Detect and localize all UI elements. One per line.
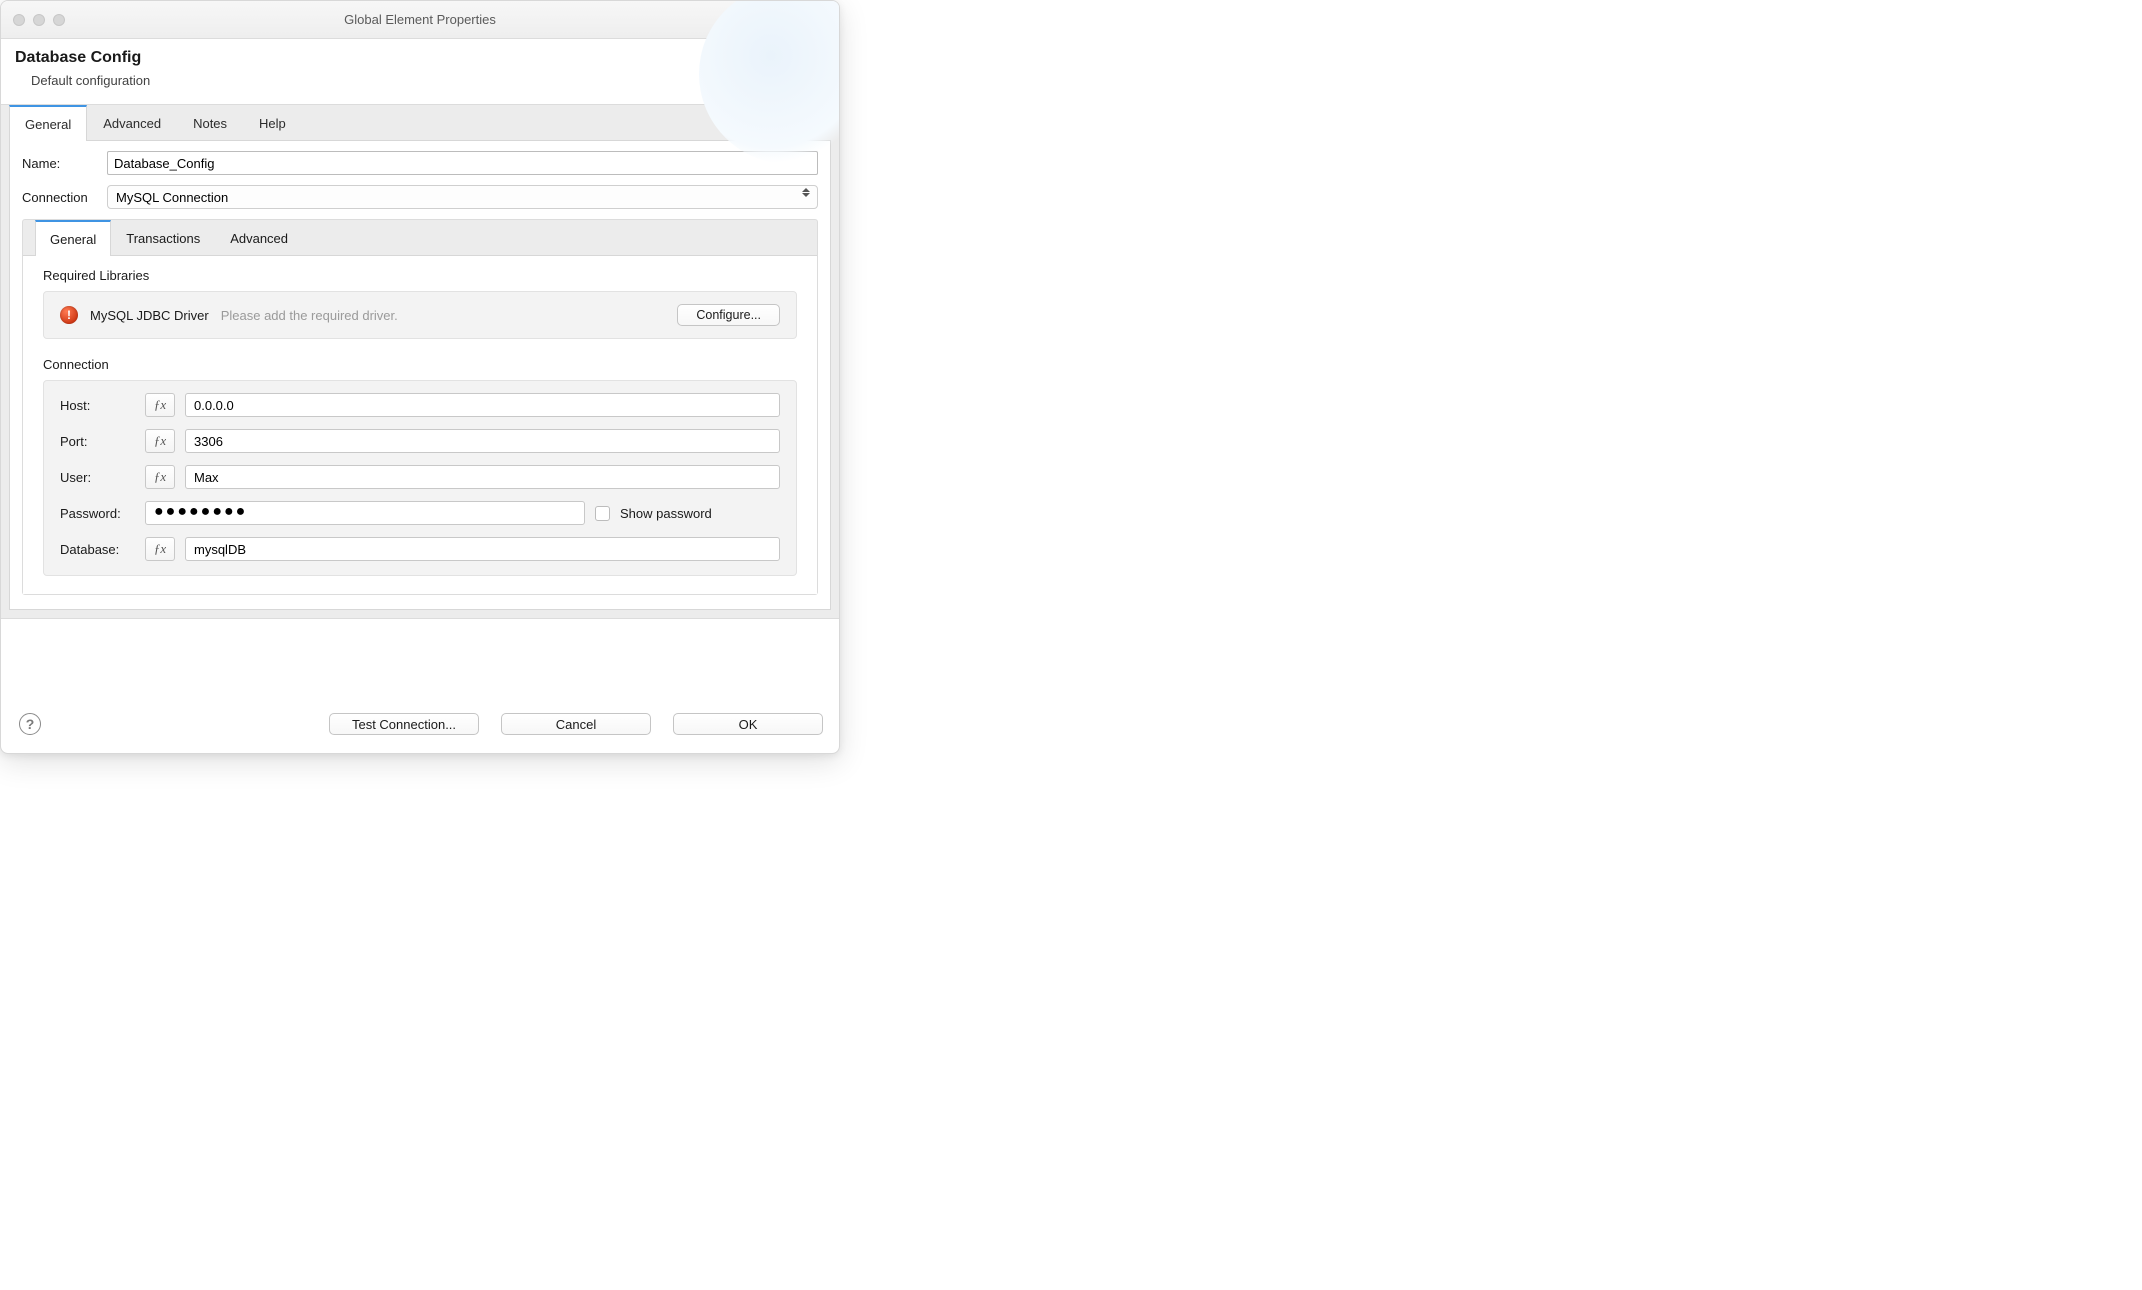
user-row: User: ƒx [60, 465, 780, 489]
body-spacer [1, 619, 839, 699]
cancel-button[interactable]: Cancel [501, 713, 651, 735]
inner-tab-panel: Required Libraries ! MySQL JDBC Driver P… [23, 255, 817, 594]
database-row: Database: ƒx [60, 537, 780, 561]
inner-tab-transactions[interactable]: Transactions [111, 220, 215, 255]
name-row: Name: [22, 151, 818, 175]
password-row: Password: Show password [60, 501, 780, 525]
inner-tab-advanced[interactable]: Advanced [215, 220, 303, 255]
connection-select[interactable] [107, 185, 818, 209]
name-label: Name: [22, 156, 97, 171]
warning-icon: ! [60, 306, 78, 324]
connection-config-panel: General Transactions Advanced Required L… [22, 219, 818, 595]
driver-hint-label: Please add the required driver. [221, 308, 398, 323]
close-window-icon[interactable] [13, 14, 25, 26]
dialog-window: Global Element Properties Database Confi… [0, 0, 840, 754]
help-icon[interactable]: ? [19, 713, 41, 735]
configure-driver-button[interactable]: Configure... [677, 304, 780, 326]
outer-tabs: General Advanced Notes Help [1, 105, 839, 140]
tab-general[interactable]: General [9, 105, 87, 141]
fx-button-port[interactable]: ƒx [145, 429, 175, 453]
port-row: Port: ƒx [60, 429, 780, 453]
tab-notes[interactable]: Notes [177, 105, 243, 140]
window-title: Global Element Properties [1, 12, 839, 27]
inner-tab-general[interactable]: General [35, 220, 111, 256]
show-password-label: Show password [620, 506, 712, 521]
dialog-subtitle: Default configuration [31, 73, 825, 88]
port-label: Port: [60, 434, 135, 449]
required-libraries-title: Required Libraries [43, 268, 797, 283]
connection-row: Connection [22, 185, 818, 209]
host-label: Host: [60, 398, 135, 413]
window-controls [13, 14, 65, 26]
connection-select-wrap [107, 185, 818, 209]
zoom-window-icon[interactable] [53, 14, 65, 26]
user-label: User: [60, 470, 135, 485]
fx-button-database[interactable]: ƒx [145, 537, 175, 561]
footer-buttons: Test Connection... Cancel OK [329, 713, 823, 735]
fx-button-host[interactable]: ƒx [145, 393, 175, 417]
password-label: Password: [60, 506, 135, 521]
inner-tabs: General Transactions Advanced [23, 220, 817, 255]
name-input[interactable] [107, 151, 818, 175]
dialog-footer: ? Test Connection... Cancel OK [1, 699, 839, 753]
database-input[interactable] [185, 537, 780, 561]
test-connection-button[interactable]: Test Connection... [329, 713, 479, 735]
dialog-title: Database Config [15, 49, 825, 67]
host-row: Host: ƒx [60, 393, 780, 417]
password-input[interactable] [145, 501, 585, 525]
user-input[interactable] [185, 465, 780, 489]
outer-tab-panel: Name: Connection General Transact [9, 140, 831, 610]
minimize-window-icon[interactable] [33, 14, 45, 26]
titlebar: Global Element Properties [1, 1, 839, 39]
port-input[interactable] [185, 429, 780, 453]
tab-help[interactable]: Help [243, 105, 302, 140]
database-label: Database: [60, 542, 135, 557]
ok-button[interactable]: OK [673, 713, 823, 735]
dialog-header: Database Config Default configuration [1, 39, 839, 104]
show-password-checkbox[interactable] [595, 506, 610, 521]
content-region: General Advanced Notes Help Name: Connec… [1, 104, 839, 619]
connection-fields-panel: Host: ƒx Port: ƒx User: ƒx [43, 380, 797, 576]
tab-advanced[interactable]: Advanced [87, 105, 177, 140]
connection-section-title: Connection [43, 357, 797, 372]
required-libraries-panel: ! MySQL JDBC Driver Please add the requi… [43, 291, 797, 339]
fx-button-user[interactable]: ƒx [145, 465, 175, 489]
host-input[interactable] [185, 393, 780, 417]
connection-label: Connection [22, 190, 97, 205]
driver-name-label: MySQL JDBC Driver [90, 308, 209, 323]
